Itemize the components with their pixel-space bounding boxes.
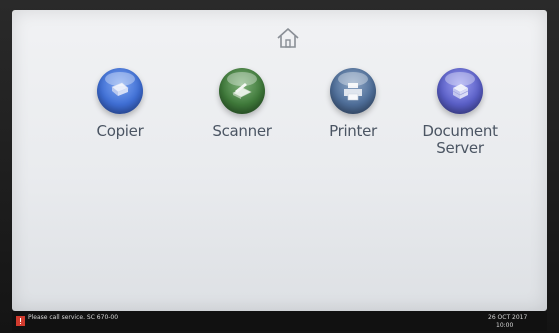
status-time: 10:00 [496, 322, 514, 329]
printer-label: Printer [329, 122, 377, 140]
printer-icon [330, 68, 376, 114]
status-message[interactable]: Please call service. SC 670-00 [28, 314, 118, 321]
copier-icon [97, 68, 143, 114]
printer-button[interactable]: Printer [308, 68, 398, 140]
status-bar: Please call service. SC 670-00 26 OCT 20… [12, 311, 547, 331]
warning-icon[interactable] [16, 316, 25, 326]
copier-button[interactable]: Copier [75, 68, 165, 140]
document-server-icon [437, 68, 483, 114]
home-icon[interactable] [275, 26, 301, 50]
document-server-label: Document Server [422, 122, 498, 157]
scanner-button[interactable]: Scanner [197, 68, 287, 140]
home-screen: Copier Scanner Printer Document Server [12, 10, 547, 311]
scanner-icon [219, 68, 265, 114]
status-date: 26 OCT 2017 [488, 314, 528, 321]
document-server-button[interactable]: Document Server [415, 68, 505, 157]
copier-label: Copier [96, 122, 144, 140]
scanner-label: Scanner [212, 122, 272, 140]
